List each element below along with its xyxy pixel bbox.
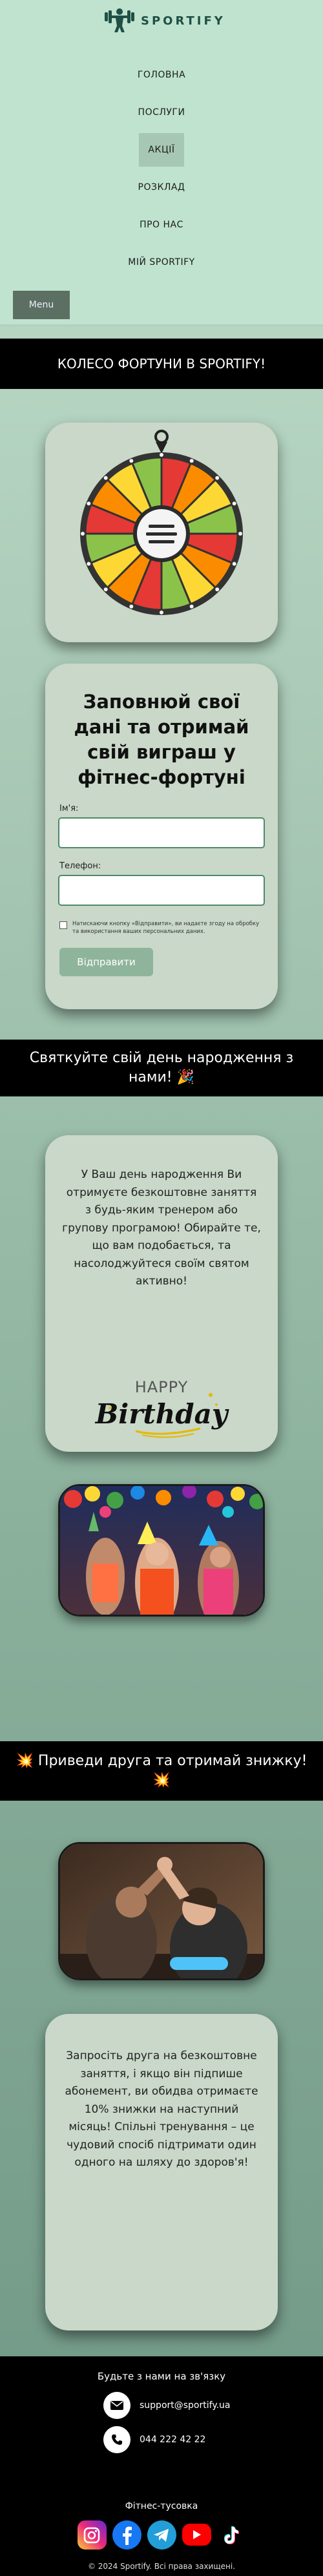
email-text[interactable]: support@sportify.ua xyxy=(140,2400,231,2411)
nav-item-home[interactable]: ГОЛОВНА xyxy=(113,58,210,92)
referral-card: Запросіть друга на безкоштовне заняття, … xyxy=(45,2014,278,2330)
wheel-banner: КОЛЕСО ФОРТУНИ В SPORTIFY! xyxy=(0,339,323,389)
email-icon xyxy=(103,2392,130,2419)
brand-logo[interactable]: SPORTIFY xyxy=(103,6,223,35)
header-divider xyxy=(0,324,323,326)
referral-banner-title: 💥 Приведи друга та отримай знижку! 💥 xyxy=(16,1753,307,1788)
wheel-rim-dot xyxy=(129,459,134,463)
phone-icon xyxy=(103,2426,130,2453)
menu-button[interactable]: Menu xyxy=(13,291,70,319)
telegram-icon[interactable] xyxy=(147,2520,176,2550)
facebook-icon[interactable] xyxy=(112,2520,141,2550)
phone-row[interactable]: 044 222 42 22 xyxy=(103,2426,205,2453)
nav-item-services[interactable]: ПОСЛУГИ xyxy=(113,96,210,129)
referral-section: Запросіть друга на безкоштовне заняття, … xyxy=(0,1801,323,2356)
wheel-rim-dot xyxy=(238,532,242,536)
brand-name: SPORTIFY xyxy=(141,14,225,28)
birthday-section: У Ваш день народження Ви отримуєте безко… xyxy=(0,1096,323,1741)
instagram-icon[interactable] xyxy=(77,2520,107,2550)
tiktok-icon[interactable] xyxy=(216,2520,246,2550)
wheel-rim-dot xyxy=(160,611,163,614)
birthday-banner: Святкуйте свій день народження з нами! 🎉 xyxy=(0,1040,323,1096)
phone-input[interactable] xyxy=(58,874,265,906)
copyright: © 2024 Sportify. Всі права захищені. xyxy=(87,2562,236,2571)
wheel-pointer-icon xyxy=(154,430,169,454)
nav-item-schedule[interactable]: РОЗКЛАД xyxy=(113,171,210,204)
nav-item-about[interactable]: ПРО НАС xyxy=(113,208,210,242)
submit-button[interactable]: Відправити xyxy=(59,948,153,977)
birthday-card: У Ваш день народження Ви отримуєте безко… xyxy=(45,1135,278,1452)
happy-birthday-graphic: HAPPY Birthday xyxy=(90,1369,233,1440)
main-nav: ГОЛОВНА ПОСЛУГИ АКЦІЇ РОЗКЛАД ПРО НАС МІ… xyxy=(0,58,323,283)
site-header: SPORTIFY ГОЛОВНА ПОСЛУГИ АКЦІЇ РОЗКЛАД П… xyxy=(0,0,323,326)
youtube-icon[interactable] xyxy=(182,2524,211,2546)
consent-text: Натискаючи кнопку «Відправити», ви надає… xyxy=(72,920,260,936)
wheel-rim-dot xyxy=(189,459,194,463)
weightlifter-icon xyxy=(103,6,136,35)
fortune-wheel-card xyxy=(45,423,278,642)
wheel-rim-dot xyxy=(103,476,108,480)
wheel-rim-dot xyxy=(103,587,108,592)
wheel-banner-title: КОЛЕСО ФОРТУНИ В SPORTIFY! xyxy=(57,355,266,372)
wheel-rim-dot xyxy=(232,561,236,566)
phone-label: Телефон: xyxy=(59,861,101,871)
birthday-banner-title: Святкуйте свій день народження з нами! 🎉 xyxy=(29,1050,294,1085)
consent-row: Натискаючи кнопку «Відправити», ви надає… xyxy=(59,920,266,937)
email-row[interactable]: support@sportify.ua xyxy=(103,2392,231,2419)
wheel-rim-dot xyxy=(160,453,163,457)
name-input[interactable] xyxy=(58,817,265,848)
phone-text[interactable]: 044 222 42 22 xyxy=(140,2435,205,2445)
wheel-rim-dot xyxy=(232,501,236,506)
birthday-graphic-large: Birthday xyxy=(95,1398,229,1430)
nav-item-promotions[interactable]: АКЦІЇ xyxy=(139,133,184,167)
birthday-text: У Ваш день народження Ви отримуєте безко… xyxy=(62,1168,261,1288)
wheel-rim-dot xyxy=(87,561,91,566)
nav-item-my-sportify[interactable]: МІЙ SPORTIFY xyxy=(113,246,210,279)
wheel-rim-dot xyxy=(81,532,85,536)
prize-form-card: Заповнюй свої дані та отримай свій вигра… xyxy=(45,664,278,1009)
wheel-rim-dot xyxy=(189,604,194,609)
referral-text: Запросіть друга на безкоштовне заняття, … xyxy=(65,2049,258,2170)
wheel-section: Заповнюй свої дані та отримай свій вигра… xyxy=(0,389,323,1040)
social-title: Фітнес-тусовка xyxy=(125,2501,198,2511)
wheel-rim-dot xyxy=(87,501,91,506)
wheel-rim-dot xyxy=(129,604,134,609)
referral-photo xyxy=(58,1842,265,1980)
social-links xyxy=(0,2520,323,2550)
referral-banner: 💥 Приведи друга та отримай знижку! 💥 xyxy=(0,1741,323,1801)
fortune-wheel[interactable] xyxy=(45,423,278,642)
wheel-rim-dot xyxy=(215,476,220,480)
site-footer: Будьте з нами на зв'язку support@sportif… xyxy=(0,2356,323,2576)
birthday-photo xyxy=(58,1484,265,1617)
form-title: Заповнюй свої дані та отримай свій вигра… xyxy=(74,691,249,789)
name-label: Ім'я: xyxy=(59,803,79,813)
birthday-graphic-small: HAPPY xyxy=(135,1378,189,1396)
contact-title: Будьте з нами на зв'язку xyxy=(97,2371,226,2382)
consent-checkbox[interactable] xyxy=(59,921,67,929)
wheel-rim-dot xyxy=(215,587,220,592)
